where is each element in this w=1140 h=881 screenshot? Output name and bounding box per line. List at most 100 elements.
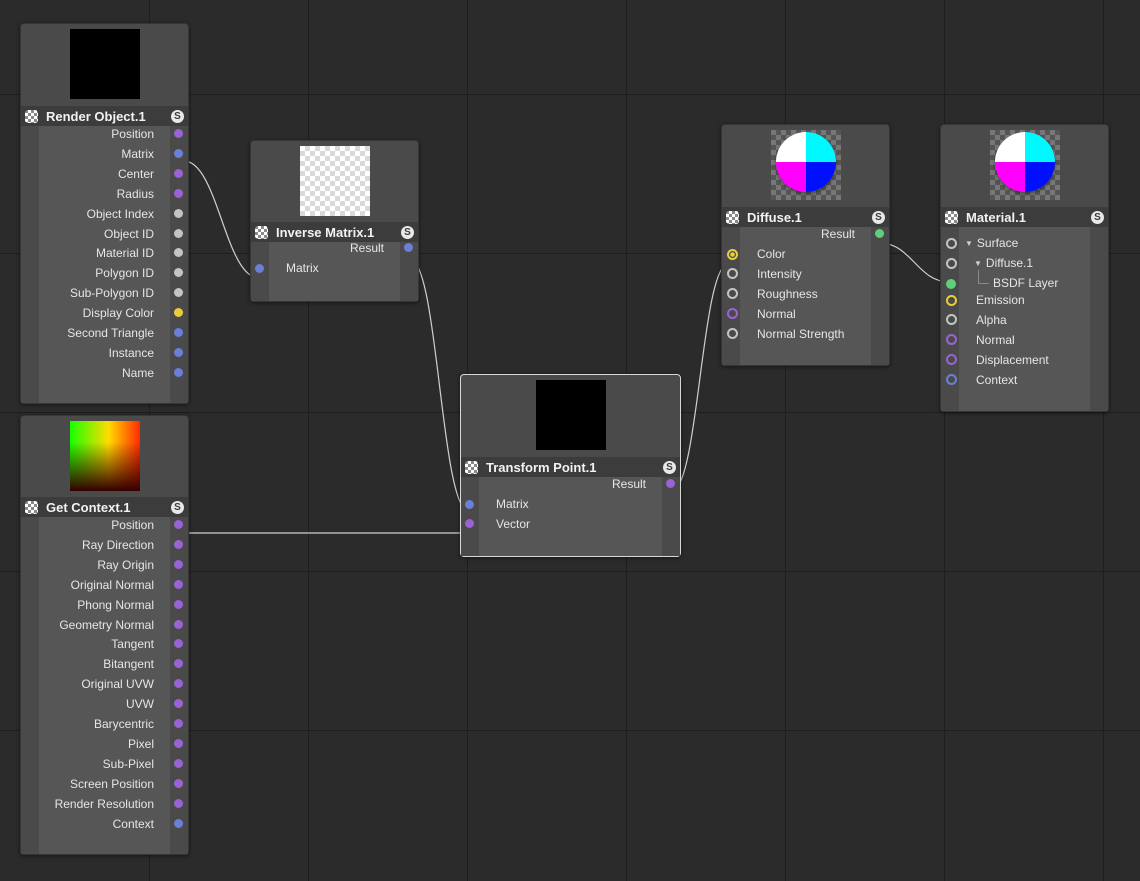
port-label-pixel: Pixel: [127, 736, 154, 751]
yellow-port-ring[interactable]: [727, 248, 738, 260]
node-titlebar[interactable]: Get Context.1 S: [21, 497, 188, 517]
port-label-sub-polygon-id: Sub-Polygon ID: [69, 286, 154, 301]
node-preview-sphere: [989, 130, 1060, 200]
node-title: Material.1: [966, 209, 1026, 225]
node-title: Get Context.1: [46, 499, 131, 515]
purple-port-dot[interactable]: [174, 129, 183, 138]
purple-port-dot[interactable]: [174, 719, 183, 728]
node-titlebar[interactable]: Transform Point.1 S: [461, 457, 680, 477]
node-type-icon: [465, 460, 478, 474]
node-preview-checker: [299, 146, 370, 216]
purple-port-dot[interactable]: [174, 188, 183, 198]
purple-port-dot[interactable]: [174, 599, 183, 609]
port-label-display-color: Display Color: [82, 306, 154, 321]
blue-port-dot[interactable]: [404, 243, 413, 252]
gray-port-dot[interactable]: [174, 208, 183, 218]
port-label-screen-position: Screen Position: [69, 776, 154, 791]
purple-port-dot[interactable]: [174, 758, 183, 768]
port-label-matrix: Matrix: [496, 497, 529, 511]
tree-item-surface[interactable]: ▼ Surface: [965, 233, 1018, 253]
node-titlebar[interactable]: Inverse Matrix.1 S: [251, 222, 418, 242]
tree-item-label: Surface: [976, 236, 1019, 250]
node-ports: Position Matrix Center Radius Object Index Ob…: [21, 126, 188, 403]
node-type-icon: [25, 500, 38, 514]
node-type-icon: [255, 225, 268, 239]
node-diffuse[interactable]: Diffuse.1 S Result Color Intensity Roughnes…: [721, 124, 890, 366]
port-label-normal-strength: Normal Strength: [757, 326, 845, 341]
port-label-normal: Normal: [757, 306, 796, 321]
purple-port-dot[interactable]: [174, 619, 183, 629]
purple-port-dot[interactable]: [174, 798, 183, 808]
port-label-barycentric: Barycentric: [93, 717, 154, 731]
solo-icon[interactable]: S: [171, 500, 184, 514]
port-label-object-id: Object ID: [103, 226, 154, 241]
port-label-position: Position: [111, 518, 154, 532]
node-connection-wire[interactable]: [183, 160, 260, 279]
port-label-result: Result: [820, 227, 855, 241]
port-label-result: Result: [349, 241, 384, 255]
node-get-context[interactable]: Get Context.1 S Position Ray Direction Ray…: [20, 415, 189, 855]
node-titlebar[interactable]: Render Object.1 S: [21, 106, 188, 126]
port-label-displacement: Displacement: [976, 352, 1049, 367]
blue-port-dot[interactable]: [174, 818, 183, 828]
blue-port-dot[interactable]: [255, 263, 264, 273]
node-titlebar[interactable]: Diffuse.1 S: [722, 207, 889, 227]
node-type-icon: [726, 210, 739, 224]
yellow-port-ring[interactable]: [946, 294, 957, 306]
blue-port-dot[interactable]: [174, 367, 183, 377]
purple-port-dot[interactable]: [174, 168, 183, 178]
port-label-intensity: Intensity: [757, 266, 802, 281]
purple-port-dot[interactable]: [174, 579, 183, 589]
solo-icon[interactable]: S: [1091, 210, 1104, 224]
port-label-phong-normal: Phong Normal: [77, 597, 154, 612]
node-material[interactable]: Material.1 S Emission Alpha Normal Displace…: [940, 124, 1109, 412]
purple-port-dot[interactable]: [174, 778, 183, 788]
port-label-position: Position: [111, 127, 154, 141]
port-label-result: Result: [611, 477, 646, 491]
tree-item-label: BSDF Layer: [993, 276, 1059, 290]
purple-port-dot[interactable]: [174, 559, 183, 569]
node-render-object[interactable]: Render Object.1 S Position Matrix Center Ra…: [20, 23, 189, 404]
node-connection-wire[interactable]: [879, 242, 950, 283]
port-label-sub-pixel: Sub-Pixel: [102, 756, 154, 771]
tree-item-bsdf-layer[interactable]: BSDF Layer: [993, 273, 1058, 293]
port-label-ray-origin: Ray Origin: [97, 557, 154, 572]
expand-triangle-icon[interactable]: ▼: [965, 234, 973, 254]
green-port-dot[interactable]: [946, 278, 956, 289]
node-title: Transform Point.1: [486, 459, 597, 475]
solo-icon[interactable]: S: [663, 460, 676, 474]
port-label-original-uvw: Original UVW: [81, 677, 154, 692]
port-label-radius: Radius: [116, 186, 154, 201]
port-label-emission: Emission: [976, 293, 1025, 307]
purple-port-dot[interactable]: [174, 539, 183, 549]
solo-icon[interactable]: S: [171, 109, 184, 123]
port-label-tangent: Tangent: [111, 637, 154, 652]
blue-port-dot[interactable]: [465, 499, 474, 509]
node-ports: Result Matrix: [251, 241, 418, 301]
tree-item-label: Diffuse.1: [985, 256, 1034, 270]
port-label-render-resolution: Render Resolution: [54, 796, 154, 811]
node-titlebar[interactable]: Material.1 S: [941, 207, 1108, 227]
port-label-alpha: Alpha: [976, 312, 1007, 327]
gray-port-ring[interactable]: [946, 257, 957, 269]
tree-guide-line: [978, 270, 989, 284]
blue-port-dot[interactable]: [174, 328, 183, 337]
solo-icon[interactable]: S: [401, 225, 414, 239]
port-label-geometry-normal: Geometry Normal: [59, 617, 154, 632]
gray-port-dot[interactable]: [174, 228, 183, 238]
blue-port-dot[interactable]: [174, 148, 183, 158]
port-label-material-id: Material ID: [95, 246, 154, 261]
node-type-icon: [945, 210, 958, 224]
blue-port-dot[interactable]: [174, 347, 183, 357]
node-ports: Result Color Intensity Roughness Normal Norma…: [722, 227, 889, 365]
purple-port-dot[interactable]: [666, 479, 675, 488]
node-transform-point[interactable]: Transform Point.1 S Result Matrix Vector: [460, 374, 681, 557]
purple-port-dot[interactable]: [174, 738, 183, 748]
node-preview-gradient: [69, 421, 140, 491]
node-inverse-matrix[interactable]: Inverse Matrix.1 S Result Matrix: [250, 140, 419, 302]
port-label-matrix: Matrix: [121, 146, 154, 161]
green-port-dot[interactable]: [875, 229, 884, 238]
purple-port-dot[interactable]: [174, 520, 183, 529]
gray-port-ring[interactable]: [946, 237, 957, 249]
solo-icon[interactable]: S: [872, 210, 885, 224]
